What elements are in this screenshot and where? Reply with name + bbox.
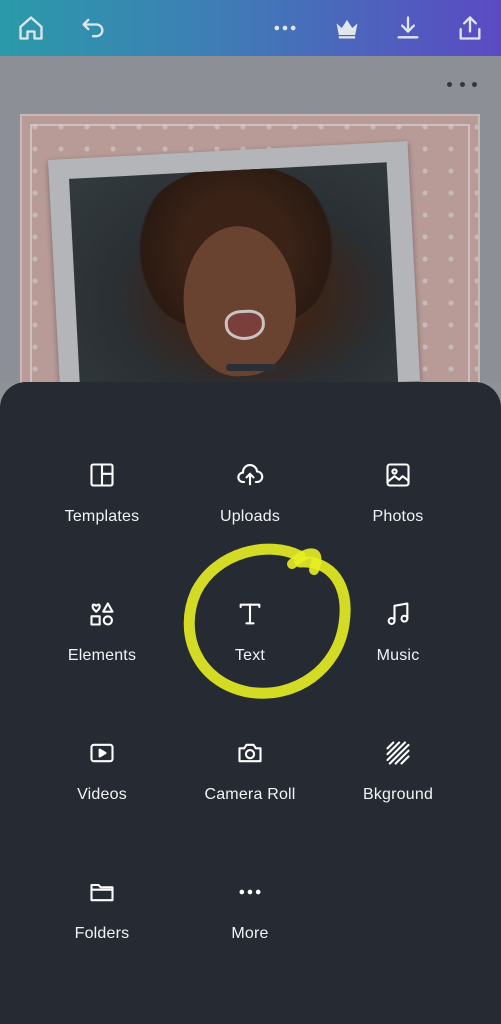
undo-icon	[82, 18, 104, 38]
menu-item-templates[interactable]: Templates	[27, 460, 177, 580]
video-icon	[90, 743, 114, 763]
menu-item-label: Uploads	[219, 508, 281, 525]
cloud-upload-icon	[237, 464, 264, 486]
menu-item-uploads[interactable]: Uploads	[175, 460, 325, 580]
page-options-button[interactable]	[447, 74, 477, 94]
crown-icon	[336, 19, 358, 39]
undo-button[interactable]	[73, 8, 113, 48]
menu-item-background[interactable]: Bkground	[323, 738, 473, 858]
menu-item-music[interactable]: Music	[323, 599, 473, 719]
home-icon	[19, 16, 43, 40]
background-stripes-icon	[386, 741, 410, 765]
menu-item-label: Videos	[77, 786, 127, 803]
menu-item-label: Camera Roll	[204, 786, 296, 803]
premium-button[interactable]	[327, 8, 367, 48]
camera-icon	[238, 743, 262, 763]
menu-item-label: Folders	[74, 925, 130, 942]
menu-item-videos[interactable]: Videos	[27, 738, 177, 858]
menu-item-folders[interactable]: Folders	[27, 877, 177, 997]
share-upload-icon	[459, 16, 481, 40]
templates-icon	[90, 463, 114, 487]
menu-item-label: Photos	[372, 508, 424, 525]
more-dots-icon	[447, 81, 452, 87]
dot	[459, 81, 465, 87]
download-button[interactable]	[388, 8, 428, 48]
photo-icon	[386, 463, 410, 487]
folder-icon	[90, 883, 114, 902]
menu-item-camera-roll[interactable]: Camera Roll	[175, 738, 325, 858]
download-icon	[397, 16, 419, 39]
menu-item-label: Templates	[64, 508, 140, 525]
menu-item-label: Text	[234, 647, 266, 664]
polaroid-frame[interactable]	[48, 141, 421, 400]
menu-item-photos[interactable]: Photos	[323, 460, 473, 580]
dot	[472, 81, 477, 87]
menu-item-label: More	[231, 925, 269, 942]
menu-item-label: Bkground	[362, 786, 434, 803]
home-button[interactable]	[11, 8, 51, 48]
menu-item-elements[interactable]: Elements	[27, 599, 177, 719]
share-button[interactable]	[450, 8, 490, 48]
sheet-drag-handle[interactable]	[226, 364, 276, 371]
elements-shapes-icon	[90, 602, 114, 626]
menu-item-text[interactable]: Text	[175, 599, 325, 719]
more-dots-icon	[239, 889, 261, 895]
more-dots-icon	[274, 25, 296, 31]
text-icon	[239, 603, 261, 625]
menu-item-more[interactable]: More	[175, 877, 325, 997]
menu-item-label: Elements	[67, 647, 137, 664]
more-options-button[interactable]	[265, 8, 305, 48]
music-note-icon	[387, 602, 409, 625]
top-toolbar	[0, 0, 501, 56]
menu-item-label: Music	[376, 647, 420, 664]
